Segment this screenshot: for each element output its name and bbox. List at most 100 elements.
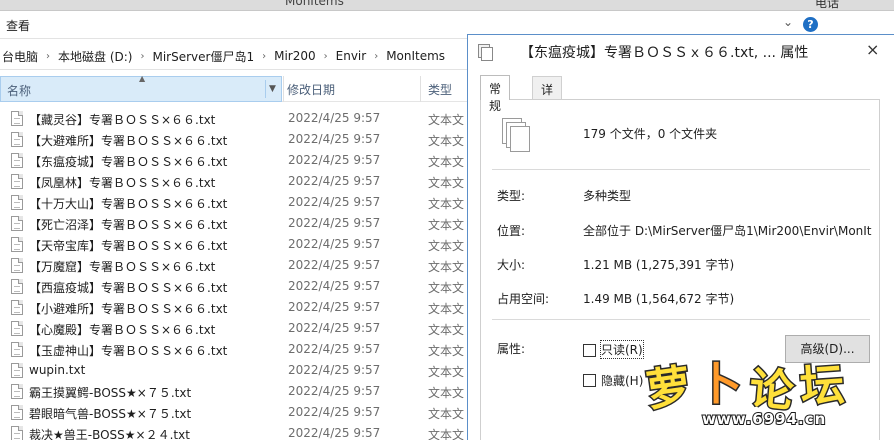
tab-details[interactable]: 详细信息 <box>532 76 563 148</box>
sort-ascending-icon: ▲ <box>139 74 146 83</box>
text-file-icon <box>11 363 23 378</box>
chevron-right-icon[interactable]: › <box>318 51 334 62</box>
file-type: 文本文 <box>428 155 465 169</box>
text-file-icon <box>11 174 23 189</box>
text-file-icon <box>11 216 23 231</box>
text-file-icon <box>11 405 23 420</box>
help-icon[interactable]: ? <box>803 17 818 32</box>
column-header-name[interactable]: ▲ 名称 ▼ <box>0 74 282 102</box>
breadcrumb-item[interactable]: 台电脑 <box>0 48 40 65</box>
text-file-icon <box>11 426 23 440</box>
text-file-icon <box>11 111 23 126</box>
column-header-row: ▲ 名称 ▼ 修改日期 类型 <box>0 74 470 102</box>
file-name: 【十万大山】专署ＢＯＳＳ×６６.txt <box>29 197 228 211</box>
file-type: 文本文 <box>428 407 465 421</box>
file-row[interactable]: 【万魔窟】专署ＢＯＳＳ×６６.txt 2022/4/25 9:57 文本文 <box>0 255 470 276</box>
location-label: 位置: <box>497 224 526 238</box>
type-label: 类型: <box>497 189 526 203</box>
text-file-icon <box>11 321 23 336</box>
readonly-checkbox[interactable] <box>583 344 596 357</box>
file-row[interactable]: 【死亡沼泽】专署ＢＯＳＳ×６６.txt 2022/4/25 9:57 文本文 <box>0 213 470 234</box>
files-stack-icon <box>502 118 532 152</box>
file-type: 文本文 <box>428 323 465 337</box>
file-date: 2022/4/25 9:57 <box>288 111 381 125</box>
column-divider[interactable] <box>283 76 284 102</box>
file-name: 【死亡沼泽】专署ＢＯＳＳ×６６.txt <box>29 218 228 232</box>
top-right-text: 电话 <box>815 0 840 10</box>
chevron-right-icon[interactable]: › <box>134 51 150 62</box>
file-name: 碧眼暗气兽-BOSS★×７５.txt <box>29 407 192 421</box>
file-type: 文本文 <box>428 260 465 274</box>
tab-general[interactable]: 常规 <box>480 75 511 113</box>
location-value: 全部位于 D:\MirServer僵尸岛1\Mir200\Envir\MonIt <box>583 224 872 238</box>
dialog-title: 【东瘟疫城】专署ＢＯＳＳｘ６６.txt, ... 属性 <box>520 45 809 61</box>
file-date: 2022/4/25 9:57 <box>288 279 381 293</box>
file-date: 2022/4/25 9:57 <box>288 426 381 440</box>
text-file-icon <box>11 342 23 357</box>
file-row[interactable]: 霸王摸翼鳄-BOSS★×７５.txt 2022/4/25 9:57 文本文 <box>0 381 470 402</box>
column-header-date[interactable]: 修改日期 <box>287 81 335 98</box>
size-label: 大小: <box>497 258 526 272</box>
file-row[interactable]: 【小避难所】专署ＢＯＳＳ×６６.txt 2022/4/25 9:57 文本文 <box>0 297 470 318</box>
file-type: 文本文 <box>428 365 465 379</box>
file-date: 2022/4/25 9:57 <box>288 321 381 335</box>
chevron-right-icon[interactable]: › <box>40 51 56 62</box>
watermark-char: 萝 <box>642 359 696 419</box>
file-row[interactable]: 【玉虚神山】专署ＢＯＳＳ×６６.txt 2022/4/25 9:57 文本文 <box>0 339 470 360</box>
file-row[interactable]: 【藏灵谷】专署ＢＯＳＳ×６６.txt 2022/4/25 9:57 文本文 <box>0 108 470 129</box>
hidden-checkbox[interactable] <box>583 374 596 387</box>
column-header-name-label: 名称 <box>7 84 32 98</box>
breadcrumb-item[interactable]: Envir <box>334 49 369 63</box>
column-divider[interactable] <box>420 76 421 102</box>
breadcrumb-item[interactable]: Mir200 <box>272 49 318 63</box>
explorer-title-bar: MonItems 电话 <box>0 0 894 11</box>
file-row[interactable]: 【西瘟疫城】专署ＢＯＳＳ×６６.txt 2022/4/25 9:57 文本文 <box>0 276 470 297</box>
file-date: 2022/4/25 9:57 <box>288 174 381 188</box>
text-file-icon <box>11 237 23 252</box>
file-name: 【西瘟疫城】专署ＢＯＳＳ×６６.txt <box>29 281 228 295</box>
file-name: 【心魔殿】专署ＢＯＳＳ×６６.txt <box>29 323 216 337</box>
file-date: 2022/4/25 9:57 <box>288 195 381 209</box>
chevron-down-icon[interactable]: ⌄ <box>783 15 799 33</box>
breadcrumb-item[interactable]: MonItems <box>384 49 447 63</box>
column-filter-dropdown-icon[interactable]: ▼ <box>265 80 279 98</box>
chevron-right-icon[interactable]: › <box>256 51 272 62</box>
close-icon[interactable]: × <box>866 40 879 59</box>
file-name: 裁决★兽王-BOSS★×２４.txt <box>29 428 190 440</box>
file-row[interactable]: 【凤凰林】专署ＢＯＳＳ×６６.txt 2022/4/25 9:57 文本文 <box>0 171 470 192</box>
ribbon-tab-view[interactable]: 查看 <box>6 17 30 34</box>
file-name: 【天帝宝库】专署ＢＯＳＳ×６６.txt <box>29 239 228 253</box>
column-header-type[interactable]: 类型 <box>428 81 452 98</box>
type-value: 多种类型 <box>583 189 632 203</box>
file-name: 【凤凰林】专署ＢＯＳＳ×６６.txt <box>29 176 216 190</box>
file-date: 2022/4/25 9:57 <box>288 237 381 251</box>
file-row[interactable]: 【十万大山】专署ＢＯＳＳ×６６.txt 2022/4/25 9:57 文本文 <box>0 192 470 213</box>
file-name: 【大避难所】专署ＢＯＳＳ×６６.txt <box>29 134 228 148</box>
hidden-label[interactable]: 隐藏(H) <box>601 372 643 389</box>
file-list: 【藏灵谷】专署ＢＯＳＳ×６６.txt 2022/4/25 9:57 文本文 【大避难所… <box>0 108 470 440</box>
file-row[interactable]: 【东瘟疫城】专署ＢＯＳＳ×６６.txt 2022/4/25 9:57 文本文 <box>0 150 470 171</box>
breadcrumb-item[interactable]: 本地磁盘 (D:) <box>56 48 134 65</box>
file-date: 2022/4/25 9:57 <box>288 363 381 377</box>
file-row[interactable]: 【大避难所】专署ＢＯＳＳ×６６.txt 2022/4/25 9:57 文本文 <box>0 129 470 150</box>
text-file-icon <box>11 132 23 147</box>
watermark-char: 坛 <box>797 358 847 415</box>
file-type: 文本文 <box>428 428 465 440</box>
file-row[interactable]: 【心魔殿】专署ＢＯＳＳ×６６.txt 2022/4/25 9:57 文本文 <box>0 318 470 339</box>
divider <box>492 169 870 170</box>
file-type: 文本文 <box>428 113 465 127</box>
dialog-title-bar[interactable]: 【东瘟疫城】专署ＢＯＳＳｘ６６.txt, ... 属性 × <box>468 35 894 67</box>
text-file-icon <box>11 384 23 399</box>
chevron-right-icon[interactable]: › <box>368 51 384 62</box>
readonly-label[interactable]: 只读(R) <box>600 340 644 359</box>
text-file-icon <box>11 279 23 294</box>
breadcrumb-item[interactable]: MirServer僵尸岛1 <box>150 48 256 65</box>
disk-size-label: 占用空间: <box>497 292 550 306</box>
file-type: 文本文 <box>428 218 465 232</box>
file-row[interactable]: 裁决★兽王-BOSS★×２４.txt 2022/4/25 9:57 文本文 <box>0 423 470 440</box>
file-row[interactable]: 【天帝宝库】专署ＢＯＳＳ×６６.txt 2022/4/25 9:57 文本文 <box>0 234 470 255</box>
file-name: 【万魔窟】专署ＢＯＳＳ×６６.txt <box>29 260 216 274</box>
file-row[interactable]: 碧眼暗气兽-BOSS★×７５.txt 2022/4/25 9:57 文本文 <box>0 402 470 423</box>
file-name: 【小避难所】专署ＢＯＳＳ×６６.txt <box>29 302 228 316</box>
file-row[interactable]: wupin.txt 2022/4/25 9:57 文本文 <box>0 360 470 381</box>
